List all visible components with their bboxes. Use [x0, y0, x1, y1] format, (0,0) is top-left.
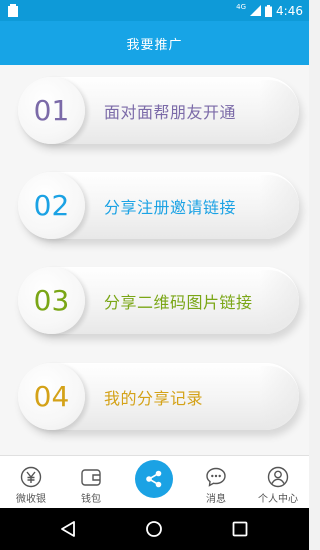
back-icon[interactable] — [58, 519, 78, 539]
option-share-qr-code[interactable]: 03 分享二维码图片链接 — [18, 267, 299, 334]
option-number-disc: 01 — [18, 77, 85, 144]
nav-wallet[interactable]: 钱包 — [68, 456, 114, 509]
option-label: 分享注册邀请链接 — [104, 197, 237, 217]
nav-profile[interactable]: 个人中心 — [250, 456, 306, 509]
wallet-icon — [81, 469, 101, 486]
pill-end-shade — [259, 175, 299, 236]
option-number: 02 — [33, 189, 70, 222]
message-icon — [206, 467, 226, 487]
option-share-records[interactable]: 04 我的分享记录 — [18, 363, 299, 430]
option-label: 我的分享记录 — [104, 388, 204, 408]
option-label: 面对面帮朋友开通 — [104, 102, 237, 122]
pill-end-shade — [259, 366, 299, 427]
network-type: 4G — [236, 3, 247, 11]
pill-end-shade — [259, 80, 299, 141]
status-bar: 4G 4:46 — [0, 0, 309, 21]
page-title: 我要推广 — [126, 37, 183, 53]
nav-label: 钱包 — [81, 494, 101, 505]
pill-end-shade — [259, 270, 299, 331]
battery-icon — [265, 4, 273, 17]
home-icon[interactable] — [144, 519, 164, 539]
option-label: 分享二维码图片链接 — [104, 292, 253, 312]
nav-messages[interactable]: 消息 — [193, 456, 239, 509]
nav-cashier[interactable]: 微收银 — [6, 456, 56, 509]
yen-icon — [20, 466, 42, 488]
notification-icon — [8, 4, 18, 17]
nav-label: 微收银 — [16, 494, 46, 505]
nav-label: 个人中心 — [258, 494, 298, 505]
share-icon — [146, 470, 162, 488]
share-button[interactable] — [135, 460, 173, 498]
promotion-options: 01 面对面帮朋友开通 02 分享注册邀请链接 03 分享二维码图片链接 04 … — [0, 65, 309, 455]
bottom-nav: 微收银 钱包 消息 个人中心 — [0, 455, 309, 508]
option-number: 01 — [33, 94, 70, 127]
option-number-disc: 02 — [18, 172, 85, 239]
option-face-to-face[interactable]: 01 面对面帮朋友开通 — [18, 77, 299, 144]
app-header: 我要推广 — [0, 21, 309, 65]
option-share-invite-link[interactable]: 02 分享注册邀请链接 — [18, 172, 299, 239]
nav-label: 消息 — [206, 494, 226, 505]
option-number: 03 — [33, 284, 70, 317]
status-time: 4:46 — [276, 3, 303, 18]
option-number-disc: 04 — [18, 363, 85, 430]
option-number: 04 — [33, 380, 70, 413]
system-nav-bar — [0, 508, 309, 550]
recents-icon[interactable] — [230, 519, 250, 539]
status-icons: 4G 4:46 — [236, 2, 303, 19]
signal-icon — [250, 5, 262, 16]
option-number-disc: 03 — [18, 267, 85, 334]
person-icon — [267, 466, 289, 488]
